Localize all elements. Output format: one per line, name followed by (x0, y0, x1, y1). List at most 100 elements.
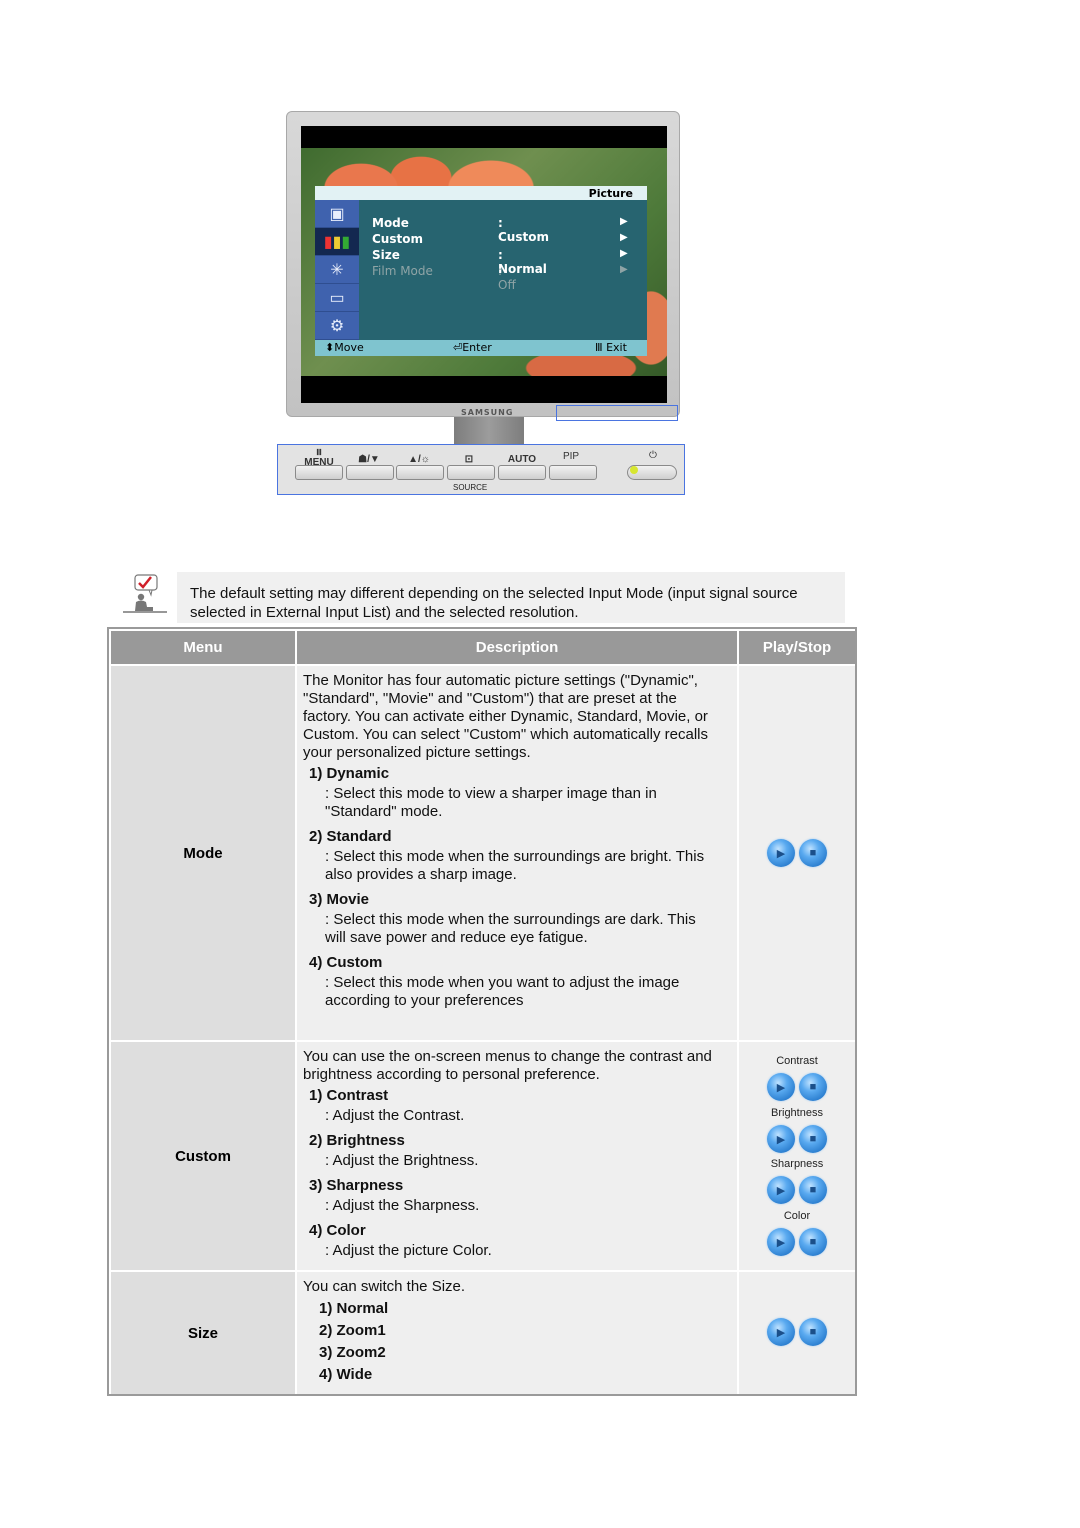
size-item: 1) Normal (319, 1300, 389, 1317)
control-panel-highlight (556, 405, 678, 421)
mode-item-desc: : Select this mode when you want to adju… (325, 974, 680, 1009)
note-box: The default setting may different depend… (177, 572, 845, 623)
play-cell-mode: ▶ ■ (739, 666, 855, 1040)
play-icon: ▶ (776, 1081, 786, 1094)
play-icon: ▶ (776, 1236, 786, 1249)
up-brightness-icon: ▲/☼ (408, 454, 430, 465)
mode-item-title: 4) Custom (309, 954, 383, 971)
size-play-stop: ▶ ■ (767, 1318, 827, 1346)
osd-menu: Picture ▣ ▮ ▮ ▮ ✳ ▭ ⚙ Mode: Custom ▶ Custom… (315, 186, 647, 356)
arrow-right-icon: ▶ (620, 232, 628, 243)
stop-button[interactable]: ■ (799, 1228, 827, 1256)
header-play-stop: Play/Stop (739, 631, 855, 664)
osd-row-value: : Off (498, 264, 516, 292)
source-button[interactable] (447, 465, 495, 480)
custom-item-desc: : Adjust the Contrast. (325, 1107, 465, 1124)
osd-row-mode: Mode : Custom ▶ (372, 216, 628, 244)
osd-row-size: Size: Normal ▶ (372, 248, 628, 276)
input-icon: ▣ (315, 200, 359, 228)
size-item: 3) Zoom2 (319, 1344, 386, 1361)
description-cell-size: You can switch the Size. 1) Normal 2) Zo… (297, 1272, 737, 1394)
osd-exit-hint: Ⅲ Exit (595, 341, 627, 354)
custom-item-desc: : Adjust the Sharpness. (325, 1197, 480, 1214)
size-item: 2) Zoom1 (319, 1322, 386, 1339)
play-icon: ▶ (776, 1326, 786, 1339)
arrow-right-icon: ▶ (620, 264, 628, 275)
pip-button[interactable] (549, 465, 597, 480)
custom-item-title: 3) Sharpness (309, 1177, 404, 1194)
stop-icon: ■ (809, 1236, 817, 1248)
menu-cell-mode: Mode (111, 666, 295, 1040)
header-menu: Menu (111, 631, 295, 664)
menu-button[interactable] (295, 465, 343, 480)
stop-icon: ■ (809, 1081, 817, 1093)
magicbright-down-icon: ☗/▼ (358, 454, 380, 465)
stop-button[interactable]: ■ (799, 1073, 827, 1101)
color-label: Color (783, 1210, 811, 1222)
arrow-right-icon: ▶ (620, 248, 628, 259)
color-play-stop: ▶ ■ (767, 1228, 827, 1256)
auto-button-label: AUTO (507, 454, 537, 465)
size-item: 4) Wide (319, 1366, 373, 1383)
sharpness-play-stop: ▶ ■ (767, 1176, 827, 1204)
custom-item-desc: : Adjust the Brightness. (325, 1152, 479, 1169)
stop-button[interactable]: ■ (799, 1125, 827, 1153)
arrow-right-icon: ▶ (620, 216, 628, 227)
custom-item-title: 2) Brightness (309, 1132, 405, 1149)
osd-row-film-mode: Film Mode : Off ▶ (372, 264, 628, 292)
control-panel: Ⅲ MENU ☗/▼ ▲/☼ ⊡ AUTO PIP ⏻ SOURCE (277, 444, 685, 495)
play-button[interactable]: ▶ (767, 1176, 795, 1204)
monitor-screen: Picture ▣ ▮ ▮ ▮ ✳ ▭ ⚙ Mode: Custom ▶ Custom… (301, 126, 667, 403)
stop-icon: ■ (809, 1326, 817, 1338)
osd-enter-hint: ⏎Enter (453, 341, 492, 354)
note-text: The default setting may different depend… (190, 585, 798, 621)
play-icon: ▶ (776, 847, 786, 860)
play-button[interactable]: ▶ (767, 1228, 795, 1256)
picture-icon: ▮ ▮ ▮ (315, 228, 359, 256)
osd-footer: ⬍Move ⏎Enter Ⅲ Exit (315, 340, 647, 356)
osd-row-label: Size (372, 248, 400, 262)
menu-cell-size: Size (111, 1272, 295, 1394)
monitor-stand (454, 417, 524, 445)
setup-icon: ⚙ (315, 312, 359, 340)
power-icon: ⏻ (649, 450, 657, 461)
osd-move-hint: ⬍Move (325, 341, 364, 354)
contrast-play-stop: ▶ ■ (767, 1073, 827, 1101)
mode-item-desc: : Select this mode when the surroundings… (325, 911, 696, 946)
monitor-illustration: Picture ▣ ▮ ▮ ▮ ✳ ▭ ⚙ Mode: Custom ▶ Custom… (286, 111, 680, 421)
play-icon: ▶ (776, 1133, 786, 1146)
osd-row-value: : Custom (498, 216, 549, 244)
play-button[interactable]: ▶ (767, 839, 795, 867)
menu-cell-custom: Custom (111, 1042, 295, 1270)
header-description: Description (297, 631, 737, 664)
play-cell-custom: Contrast ▶ ■ Brightness ▶ ■ Sharpness ▶ … (739, 1042, 855, 1270)
stop-button[interactable]: ■ (799, 839, 827, 867)
play-button[interactable]: ▶ (767, 1125, 795, 1153)
pip-icon: ▭ (315, 284, 359, 312)
osd-title-bar: Picture (315, 186, 647, 200)
sharpness-label: Sharpness (770, 1158, 824, 1170)
play-button[interactable]: ▶ (767, 1318, 795, 1346)
mode-item-title: 3) Movie (309, 891, 370, 908)
osd-title: Picture (588, 187, 633, 200)
menu-icon: Ⅲ (316, 448, 322, 457)
osd-row-label: Film Mode (372, 264, 433, 278)
brightness-label: Brightness (771, 1107, 823, 1119)
source-label: SOURCE (453, 483, 488, 492)
mode-item-desc: : Select this mode to view a sharper ima… (325, 785, 657, 820)
osd-row-label: Custom (372, 232, 423, 246)
stop-button[interactable]: ■ (799, 1176, 827, 1204)
mode-item-title: 2) Standard (309, 828, 392, 845)
power-led (630, 466, 638, 474)
size-intro: You can switch the Size. (303, 1278, 466, 1295)
osd-row-label: Mode (372, 216, 409, 230)
magicbright-down-button[interactable] (346, 465, 394, 480)
description-cell-mode: The Monitor has four automatic picture s… (297, 666, 737, 1040)
up-brightness-button[interactable] (396, 465, 444, 480)
stop-button[interactable]: ■ (799, 1318, 827, 1346)
auto-button[interactable] (498, 465, 546, 480)
stop-icon: ■ (809, 847, 817, 859)
pip-button-label: PIP (562, 451, 580, 462)
play-button[interactable]: ▶ (767, 1073, 795, 1101)
custom-intro: You can use the on-screen menus to chang… (303, 1048, 712, 1083)
